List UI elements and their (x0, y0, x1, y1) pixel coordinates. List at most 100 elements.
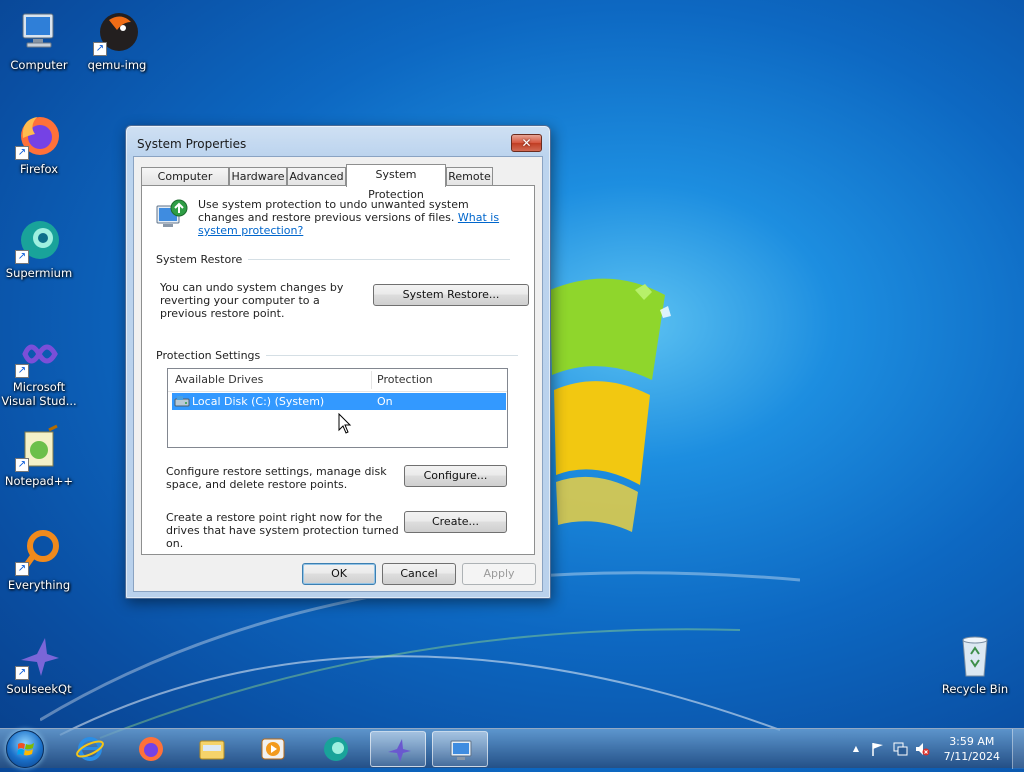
desktop-icon-soulseekqt[interactable]: ↗ SoulseekQt (1, 632, 77, 696)
wallpaper-flag (550, 278, 671, 532)
intro-text: Use system protection to undo unwanted s… (198, 198, 518, 237)
computer-icon (15, 8, 63, 56)
mouse-pointer-icon (338, 413, 352, 434)
taskbar-supermium[interactable] (308, 731, 364, 767)
show-desktop-button[interactable] (1012, 729, 1024, 769)
tab-computer-name[interactable]: Computer Name (141, 167, 229, 200)
everything-search-icon: ↗ (15, 528, 63, 576)
taskbar-internet-explorer[interactable] (62, 731, 118, 767)
soulseek-bird-icon (388, 739, 411, 762)
desktop-icon-notepad-plus-plus[interactable]: ↗ Notepad++ (1, 424, 77, 488)
folder-icon (199, 740, 225, 760)
drive-icon (174, 394, 190, 408)
system-properties-icon (450, 740, 472, 760)
shortcut-arrow-icon: ↗ (15, 364, 29, 378)
windows-logo-icon (17, 743, 34, 756)
action-center-flag-icon[interactable] (870, 741, 886, 757)
drive-protection-status: On (377, 395, 393, 408)
intro-description: Use system protection to undo unwanted s… (198, 198, 469, 224)
column-header-protection[interactable]: Protection (371, 369, 501, 391)
shortcut-arrow-icon: ↗ (15, 250, 29, 264)
start-button[interactable] (6, 730, 44, 768)
taskbar-soulseekqt[interactable] (370, 731, 426, 767)
configure-description: Configure restore settings, manage disk … (166, 465, 387, 491)
clock[interactable]: 3:59 AM 7/11/2024 (944, 734, 1000, 764)
taskbar-system-properties[interactable] (432, 731, 488, 767)
recycle-bin-icon (951, 632, 999, 680)
window-title: System Properties (137, 137, 247, 151)
list-header: Available Drives Protection (168, 369, 507, 392)
volume-muted-icon[interactable] (914, 741, 930, 757)
close-button[interactable]: ✕ (511, 134, 542, 152)
ok-button[interactable]: OK (302, 563, 376, 585)
shortcut-arrow-icon: ↗ (15, 146, 29, 160)
apply-button[interactable]: Apply (462, 563, 536, 585)
tab-advanced[interactable]: Advanced (287, 167, 346, 186)
tab-label: Remote (448, 170, 491, 183)
qemu-icon: ↗ (93, 8, 141, 56)
window-titlebar[interactable]: System Properties ✕ (126, 126, 550, 156)
button-label: Configure... (423, 469, 488, 482)
firefox-icon (139, 737, 163, 761)
group-divider (246, 355, 518, 356)
close-icon: ✕ (521, 136, 532, 150)
column-header-available-drives[interactable]: Available Drives (169, 369, 371, 391)
desktop-icon-label: SoulseekQt (6, 682, 72, 696)
visual-studio-icon: ↗ (15, 330, 63, 378)
taskbar-firefox[interactable] (123, 731, 179, 767)
create-button[interactable]: Create... (404, 511, 507, 533)
desktop-icon-everything[interactable]: ↗ Everything (1, 528, 77, 592)
group-divider (228, 259, 510, 260)
taskbar-file-explorer[interactable] (184, 731, 240, 767)
desktop-icon-label: qemu-img (87, 58, 147, 72)
configure-button[interactable]: Configure... (404, 465, 507, 487)
button-label: System Restore... (402, 288, 500, 301)
protection-settings-group-title: Protection Settings (156, 349, 267, 362)
internet-explorer-icon (76, 737, 104, 761)
shortcut-arrow-icon: ↗ (15, 458, 29, 472)
soulseek-bird-icon: ↗ (15, 632, 63, 680)
taskbar-media-player[interactable] (245, 731, 301, 767)
network-icon[interactable] (892, 741, 908, 757)
firefox-icon: ↗ (15, 112, 63, 160)
list-item-drive-c[interactable]: Local Disk (C:) (System) On (172, 393, 506, 410)
tab-label: System Protection (368, 168, 424, 201)
supermium-icon (324, 737, 348, 761)
button-label: Apply (483, 567, 515, 580)
desktop-icon-qemu-img[interactable]: ↗ qemu-img (79, 8, 155, 72)
system-restore-description: You can undo system changes by reverting… (160, 281, 344, 320)
system-protection-panel: Use system protection to undo unwanted s… (141, 185, 535, 555)
desktop-icon-label: Everything (7, 578, 71, 592)
create-description: Create a restore point right now for the… (166, 511, 399, 550)
desktop-icon-recycle-bin[interactable]: Recycle Bin (937, 632, 1013, 696)
desktop-icon-firefox[interactable]: ↗ Firefox (1, 112, 77, 176)
cancel-button[interactable]: Cancel (382, 563, 456, 585)
desktop-icon-label: Computer (10, 58, 68, 72)
tab-label: Advanced (289, 170, 344, 183)
media-player-icon (261, 738, 285, 760)
shortcut-arrow-icon: ↗ (93, 42, 107, 56)
tab-label: Hardware (231, 170, 285, 183)
shortcut-arrow-icon: ↗ (15, 562, 29, 576)
drive-name: Local Disk (C:) (System) (192, 395, 325, 408)
system-restore-button[interactable]: System Restore... (373, 284, 529, 306)
button-label: OK (331, 567, 347, 580)
desktop-icon-supermium[interactable]: ↗ Supermium (1, 216, 77, 280)
taskbar: ▲ 3:59 AM 7/11/2024 (0, 728, 1024, 769)
desktop-icon-label: Notepad++ (4, 474, 74, 488)
system-properties-window: System Properties ✕ Computer Name Hardwa… (125, 125, 551, 599)
chevron-up-icon: ▲ (852, 744, 860, 753)
tab-system-protection[interactable]: System Protection (346, 164, 446, 201)
show-hidden-icons-button[interactable]: ▲ (848, 741, 864, 757)
desktop-icon-visual-studio[interactable]: ↗ Microsoft Visual Stud... (1, 330, 77, 408)
system-restore-group-title: System Restore (156, 253, 249, 266)
available-drives-list[interactable]: Available Drives Protection Local Disk (… (167, 368, 508, 448)
desktop-icon-computer[interactable]: Computer (1, 8, 77, 72)
tab-hardware[interactable]: Hardware (229, 167, 287, 186)
tab-remote[interactable]: Remote (446, 167, 493, 186)
clock-date: 7/11/2024 (943, 750, 1000, 763)
button-label: Cancel (400, 567, 438, 580)
system-tray: ▲ 3:59 AM 7/11/2024 (844, 729, 1024, 769)
desktop-icon-label: Firefox (19, 162, 59, 176)
clock-time: 3:59 AM (949, 735, 995, 748)
